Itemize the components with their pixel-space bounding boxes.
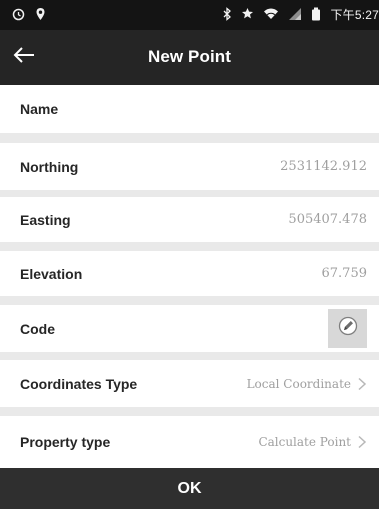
pen-edit-icon (337, 315, 359, 342)
name-row[interactable]: Name (0, 85, 379, 133)
easting-value[interactable]: 505407.478 (288, 212, 367, 227)
ok-button-label: OK (177, 479, 202, 497)
bluetooth-icon (222, 6, 232, 23)
status-bar: 下午5:27 (0, 0, 379, 30)
status-right-icons: 下午5:27 (222, 6, 379, 23)
property-type-row[interactable]: Property type Calculate Point (0, 416, 379, 468)
star-icon (241, 7, 254, 22)
elevation-row[interactable]: Elevation 67.759 (0, 251, 379, 296)
northing-label: Northing (20, 158, 79, 175)
chevron-right-icon (357, 435, 367, 449)
location-pin-icon (35, 7, 46, 23)
code-row[interactable]: Code (0, 305, 379, 352)
easting-label: Easting (20, 211, 71, 228)
code-edit-button[interactable] (328, 309, 367, 348)
easting-row[interactable]: Easting 505407.478 (0, 197, 379, 242)
coordinates-type-value: Local Coordinate (246, 376, 351, 391)
property-type-label: Property type (20, 434, 111, 450)
northing-value[interactable]: 2531142.912 (280, 159, 367, 174)
new-point-form: Name Northing 2531142.912 Easting 505407… (0, 85, 379, 468)
wifi-icon (263, 7, 279, 22)
battery-icon (311, 7, 321, 23)
northing-row[interactable]: Northing 2531142.912 (0, 143, 379, 190)
elevation-label: Elevation (20, 265, 83, 282)
name-label: Name (20, 101, 59, 117)
new-point-screen: 下午5:27 New Point Name Northing 2531142.9… (0, 0, 379, 509)
status-time: 下午5:27 (330, 8, 379, 22)
coordinates-type-label: Coordinates Type (20, 375, 138, 392)
property-type-value: Calculate Point (258, 435, 351, 449)
coordinates-type-row[interactable]: Coordinates Type Local Coordinate (0, 360, 379, 407)
alarm-icon (12, 8, 25, 23)
page-title: New Point (147, 47, 232, 66)
app-header: New Point (0, 30, 379, 85)
chevron-right-icon (357, 377, 367, 391)
elevation-value[interactable]: 67.759 (322, 266, 368, 281)
status-left-icons (12, 7, 46, 23)
code-label: Code (20, 320, 55, 337)
ok-button[interactable]: OK (0, 468, 379, 509)
signal-icon (288, 7, 302, 23)
